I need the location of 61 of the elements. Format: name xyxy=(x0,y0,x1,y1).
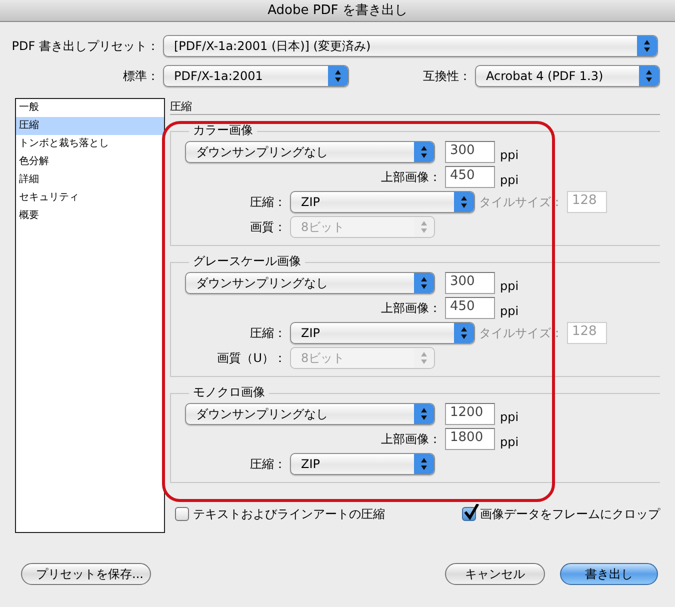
text-field[interactable]: 1800 xyxy=(445,428,495,450)
category-item[interactable]: トンボと裁ち落とし xyxy=(16,135,164,153)
stepper-icon xyxy=(637,36,657,56)
category-item[interactable]: 概要 xyxy=(16,207,164,225)
dropdown[interactable]: ZIP xyxy=(290,453,435,475)
dropdown[interactable]: Acrobat 4 (PDF 1.3) xyxy=(475,65,660,87)
checkbox[interactable] xyxy=(175,507,189,521)
category-item[interactable]: 一般 xyxy=(16,99,164,117)
dropdown[interactable]: ダウンサンプリングなし xyxy=(185,141,435,163)
field-label: 圧縮： xyxy=(249,194,287,211)
field-label: 上部画像： xyxy=(380,431,442,448)
unit-label: ppi xyxy=(499,278,519,295)
unit-label: ppi xyxy=(499,147,519,164)
section-title: 圧縮 xyxy=(170,98,660,115)
category-item[interactable]: 詳細 xyxy=(16,171,164,189)
unit-label: ppi xyxy=(499,172,519,189)
category-item[interactable]: 圧縮 xyxy=(16,117,164,135)
stepper-icon xyxy=(414,142,434,162)
group-title: モノクロ画像 xyxy=(189,384,269,400)
checkbox-label: 画像データをフレームにクロップ xyxy=(480,506,660,523)
stepper-icon xyxy=(414,404,434,424)
text-field[interactable]: 450 xyxy=(445,166,495,188)
field-label: 標準： xyxy=(122,68,160,85)
stepper-icon xyxy=(328,66,348,86)
field-label: 画質（U）： xyxy=(216,350,287,367)
stepper-icon xyxy=(414,454,434,474)
field-label: 圧縮： xyxy=(249,325,287,342)
stepper-icon xyxy=(414,273,434,293)
unit-label: ppi xyxy=(499,434,519,451)
dropdown[interactable]: PDF/X-1a:2001 xyxy=(163,65,349,87)
category-item[interactable]: セキュリティ xyxy=(16,189,164,207)
text-field[interactable]: 450 xyxy=(445,297,495,319)
text-field[interactable]: 1200 xyxy=(445,403,495,425)
field-label: タイルサイズ： xyxy=(478,194,564,211)
field-label: 互換性： xyxy=(422,68,472,85)
group-title: グレースケール画像 xyxy=(189,253,305,269)
field-label: 上部画像： xyxy=(380,300,442,317)
field-label: タイルサイズ： xyxy=(478,325,564,342)
dropdown[interactable]: ダウンサンプリングなし xyxy=(185,272,435,294)
category-item[interactable]: 色分解 xyxy=(16,153,164,171)
field-label: 上部画像： xyxy=(380,169,442,186)
stepper-icon xyxy=(454,323,474,343)
text-field[interactable]: 300 xyxy=(445,272,495,294)
checkbox-label: テキストおよびラインアートの圧縮 xyxy=(193,506,385,523)
dialog-button[interactable]: キャンセル xyxy=(445,563,545,585)
checkbox[interactable] xyxy=(462,507,476,521)
text-field[interactable]: 300 xyxy=(445,141,495,163)
field-label: 圧縮： xyxy=(249,456,287,473)
dropdown[interactable]: [PDF/X-1a:2001 (日本)] (変更済み) xyxy=(163,35,658,57)
stepper-icon xyxy=(639,66,659,86)
dropdown[interactable]: ZIP xyxy=(290,191,475,213)
field-label: 画質： xyxy=(249,219,287,236)
dialog-button[interactable]: 書き出し xyxy=(560,563,658,585)
dropdown[interactable]: ダウンサンプリングなし xyxy=(185,403,435,425)
stepper-icon xyxy=(454,192,474,212)
unit-label: ppi xyxy=(499,303,519,320)
field-label: PDF 書き出しプリセット： xyxy=(10,38,160,55)
window-title: Adobe PDF を書き出し xyxy=(0,0,675,22)
unit-label: ppi xyxy=(499,409,519,426)
dialog-button[interactable]: プリセットを保存... xyxy=(21,563,151,585)
dropdown[interactable]: ZIP xyxy=(290,322,475,344)
